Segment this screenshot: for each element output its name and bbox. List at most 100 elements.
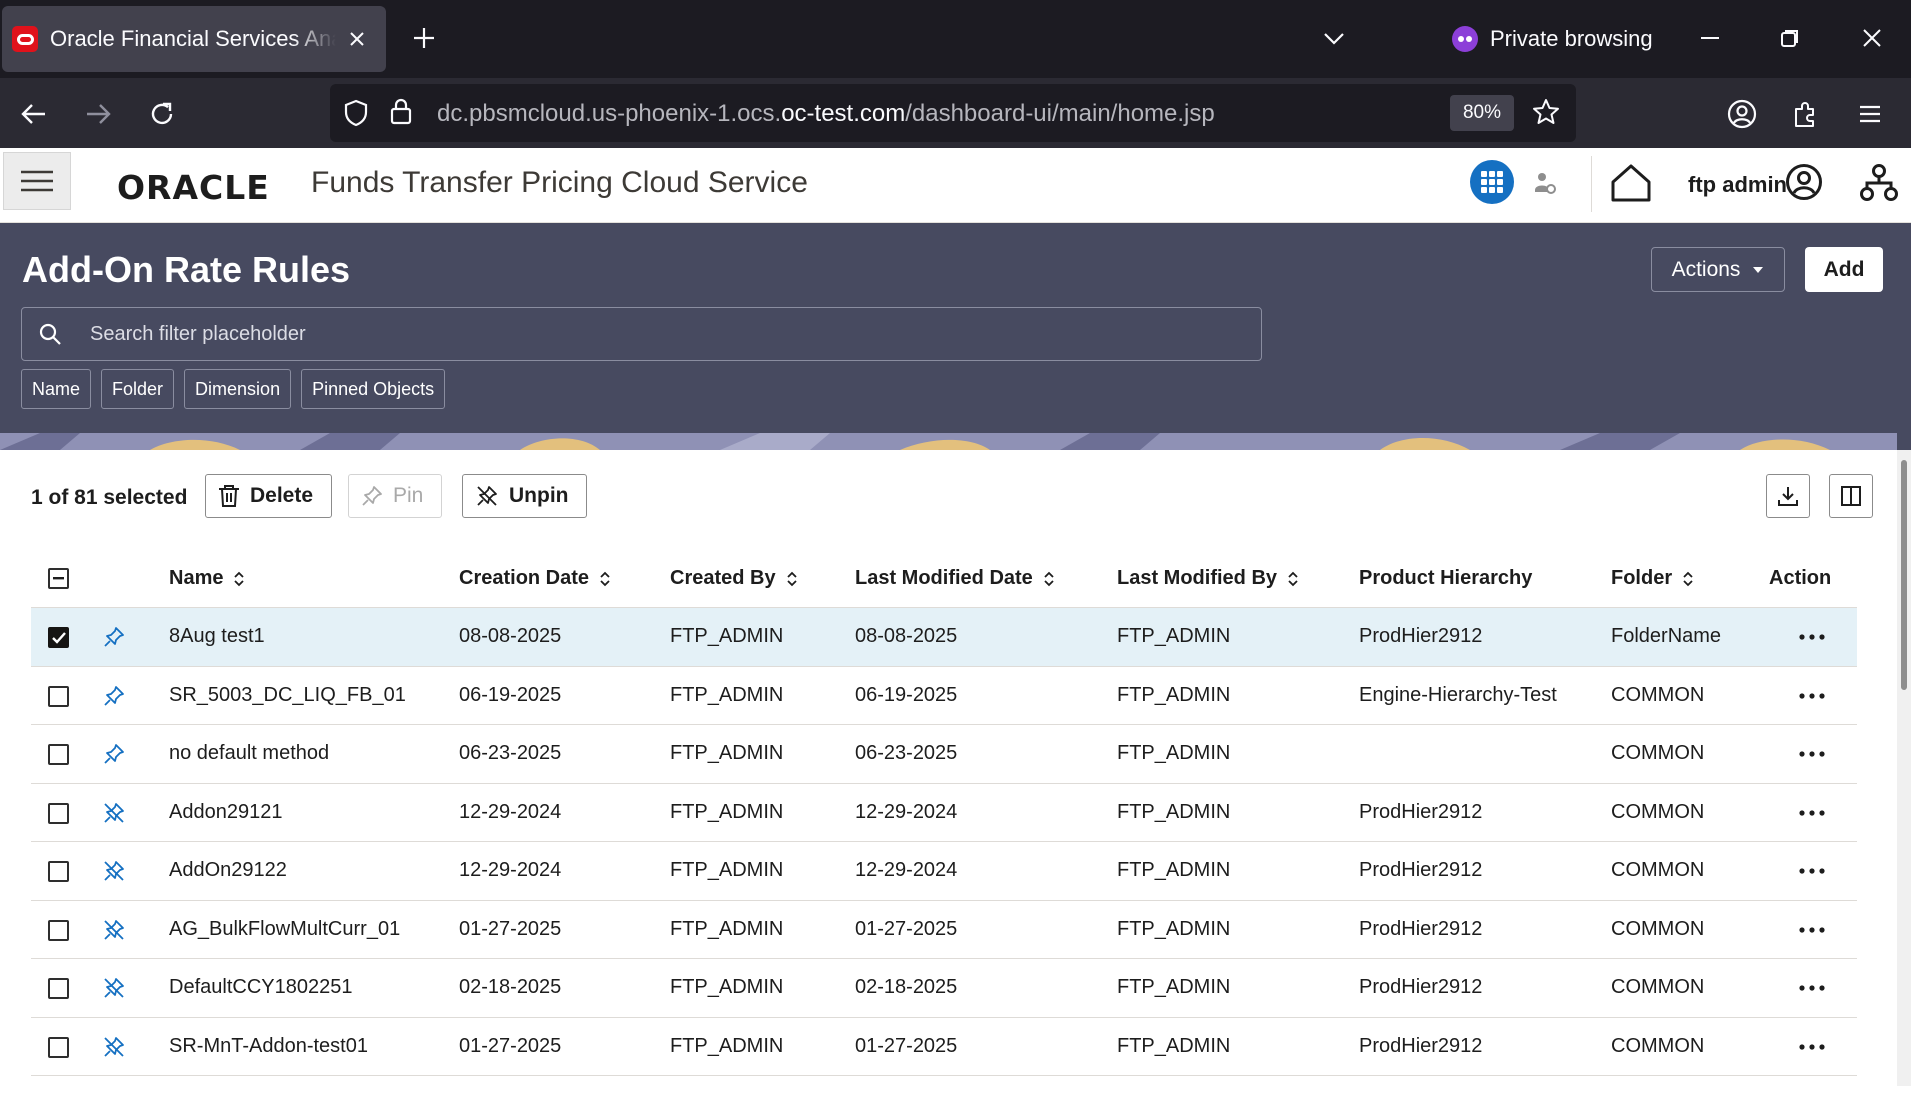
column-layout-button[interactable]	[1829, 474, 1873, 518]
more-actions-icon[interactable]	[1791, 682, 1833, 710]
pinned-icon[interactable]	[103, 743, 125, 765]
search-input[interactable]	[90, 308, 1250, 360]
private-mask-icon	[1452, 26, 1478, 52]
more-actions-icon[interactable]	[1791, 799, 1833, 827]
pinned-icon[interactable]	[103, 685, 125, 707]
row-checkbox[interactable]	[48, 978, 69, 999]
scrollbar-thumb[interactable]	[1901, 460, 1907, 690]
filter-chip-pinned-objects[interactable]: Pinned Objects	[301, 369, 446, 409]
table-row[interactable]: AddOn29122 12-29-2024 FTP_ADMIN 12-29-2024 F…	[31, 842, 1857, 901]
close-window-icon[interactable]	[1852, 20, 1892, 56]
oracle-favicon-icon	[12, 26, 38, 52]
list-tabs-chevron-down-icon[interactable]	[1316, 22, 1352, 56]
cell-name[interactable]: SR_5003_DC_LIQ_FB_01	[169, 684, 406, 707]
forward-arrow-icon[interactable]	[78, 94, 118, 134]
column-header-last-modified-by[interactable]: Last Modified By	[1117, 567, 1299, 590]
table-row[interactable]: SR_5003_DC_LIQ_FB_01 06-19-2025 FTP_ADMIN 0…	[31, 667, 1857, 725]
column-header-action-label: Action	[1769, 567, 1832, 589]
add-button[interactable]: Add	[1805, 247, 1883, 292]
minimize-window-icon[interactable]	[1690, 20, 1730, 56]
unpinned-icon[interactable]	[103, 860, 125, 882]
row-checkbox[interactable]	[48, 802, 69, 824]
column-header-created-by[interactable]: Created By	[670, 567, 798, 590]
user-settings-icon[interactable]	[1530, 168, 1560, 198]
page-scrollbar[interactable]	[1897, 450, 1911, 1086]
unpinned-icon[interactable]	[103, 919, 125, 941]
more-actions-icon[interactable]	[1791, 740, 1833, 768]
more-actions-icon[interactable]	[1791, 974, 1833, 1002]
pin-button[interactable]: Pin	[348, 474, 443, 518]
column-header-name[interactable]: Name	[169, 567, 245, 590]
apps-grid-icon[interactable]	[1470, 160, 1514, 204]
browser-tab[interactable]: Oracle Financial Services Analytical App…	[2, 6, 386, 72]
user-avatar-icon[interactable]	[1784, 162, 1824, 202]
account-circle-icon[interactable]	[1722, 94, 1762, 134]
unpinned-icon[interactable]	[103, 1036, 125, 1058]
table-row[interactable]: SR-MnT-Addon-test01 01-27-2025 FTP_ADMIN 01…	[31, 1018, 1857, 1076]
table-row[interactable]: no default method 06-23-2025 FTP_ADMIN 06-2…	[31, 725, 1857, 784]
column-header-creation-date[interactable]: Creation Date	[459, 567, 611, 590]
delete-label: Delete	[250, 484, 314, 507]
unpinned-icon[interactable]	[103, 977, 125, 999]
table-row[interactable]: 8Aug test1 08-08-2025 FTP_ADMIN 08-08-2025 F…	[31, 608, 1857, 667]
unpin-button[interactable]: Unpin	[462, 474, 588, 518]
home-icon[interactable]	[1608, 160, 1654, 206]
filter-chip-dimension[interactable]: Dimension	[184, 369, 292, 409]
restore-window-icon[interactable]	[1770, 20, 1810, 56]
select-all-checkbox[interactable]	[48, 568, 69, 589]
cell-name[interactable]: SR-MnT-Addon-test01	[169, 1035, 368, 1058]
new-tab-plus-icon[interactable]	[406, 20, 442, 56]
cell-name[interactable]: AddOn29122	[169, 859, 287, 882]
url-text[interactable]: dc.pbsmcloud.us-phoenix-1.ocs.oc-test.co…	[437, 100, 1215, 128]
cell-name[interactable]: 8Aug test1	[169, 625, 265, 648]
app-menu-hamburger-icon[interactable]	[1850, 94, 1890, 134]
row-checkbox[interactable]	[48, 685, 69, 707]
cell-name[interactable]: Addon29121	[169, 801, 282, 824]
column-header-folder[interactable]: Folder	[1611, 567, 1694, 590]
row-checkbox[interactable]	[48, 919, 69, 941]
user-name[interactable]: ftp admin	[1688, 172, 1787, 198]
table-row[interactable]: DefaultCCY1802251 02-18-2025 FTP_ADMIN 02-1…	[31, 959, 1857, 1018]
actions-menu-button[interactable]: Actions	[1651, 247, 1785, 292]
unpinned-icon[interactable]	[103, 802, 125, 824]
more-actions-icon[interactable]	[1791, 916, 1833, 944]
tracking-shield-icon[interactable]	[344, 99, 368, 127]
close-tab-icon[interactable]	[342, 24, 372, 54]
row-checkbox[interactable]	[48, 627, 69, 648]
oracle-logo[interactable]: ORACLE	[117, 168, 270, 207]
table-row[interactable]: AG_BulkFlowMultCurr_01 01-27-2025 FTP_ADMI…	[31, 901, 1857, 959]
delete-button[interactable]: Delete	[205, 474, 333, 518]
extensions-puzzle-icon[interactable]	[1786, 94, 1826, 134]
filter-chip-name[interactable]: Name	[21, 369, 92, 409]
cell-name[interactable]: AG_BulkFlowMultCurr_01	[169, 918, 400, 941]
column-header-last-modified-date-label: Last Modified Date	[855, 567, 1033, 589]
cell-product-hierarchy: ProdHier2912	[1359, 1034, 1483, 1057]
cell-name[interactable]: DefaultCCY1802251	[169, 976, 352, 999]
search-field[interactable]	[21, 307, 1262, 361]
zoom-level-badge[interactable]: 80%	[1450, 95, 1514, 131]
navigation-menu-button[interactable]	[3, 152, 71, 210]
page-title: Add-On Rate Rules	[22, 249, 351, 290]
cell-creation-date: 06-19-2025	[459, 683, 562, 706]
back-arrow-icon[interactable]	[14, 94, 54, 134]
cell-product-hierarchy: ProdHier2912	[1359, 625, 1483, 647]
reload-icon[interactable]	[142, 94, 182, 134]
sort-icon	[1044, 571, 1054, 586]
trash-icon	[219, 485, 239, 507]
hierarchy-network-icon[interactable]	[1858, 162, 1900, 204]
filter-chip-folder[interactable]: Folder	[101, 369, 175, 409]
more-actions-icon[interactable]	[1791, 623, 1833, 651]
row-checkbox[interactable]	[48, 1036, 69, 1058]
column-header-last-modified-date[interactable]: Last Modified Date	[855, 567, 1055, 590]
address-bar[interactable]: dc.pbsmcloud.us-phoenix-1.ocs.oc-test.co…	[330, 84, 1576, 142]
cell-name[interactable]: no default method	[169, 742, 329, 765]
table-row[interactable]: Addon29121 12-29-2024 FTP_ADMIN 12-29-2024 F…	[31, 784, 1857, 842]
bookmark-star-icon[interactable]	[1532, 98, 1560, 126]
lock-icon[interactable]	[390, 97, 412, 125]
export-download-button[interactable]	[1766, 474, 1810, 518]
more-actions-icon[interactable]	[1791, 1033, 1833, 1061]
row-checkbox[interactable]	[48, 861, 69, 882]
row-checkbox[interactable]	[48, 744, 69, 765]
pinned-icon[interactable]	[103, 626, 125, 648]
more-actions-icon[interactable]	[1791, 857, 1833, 885]
